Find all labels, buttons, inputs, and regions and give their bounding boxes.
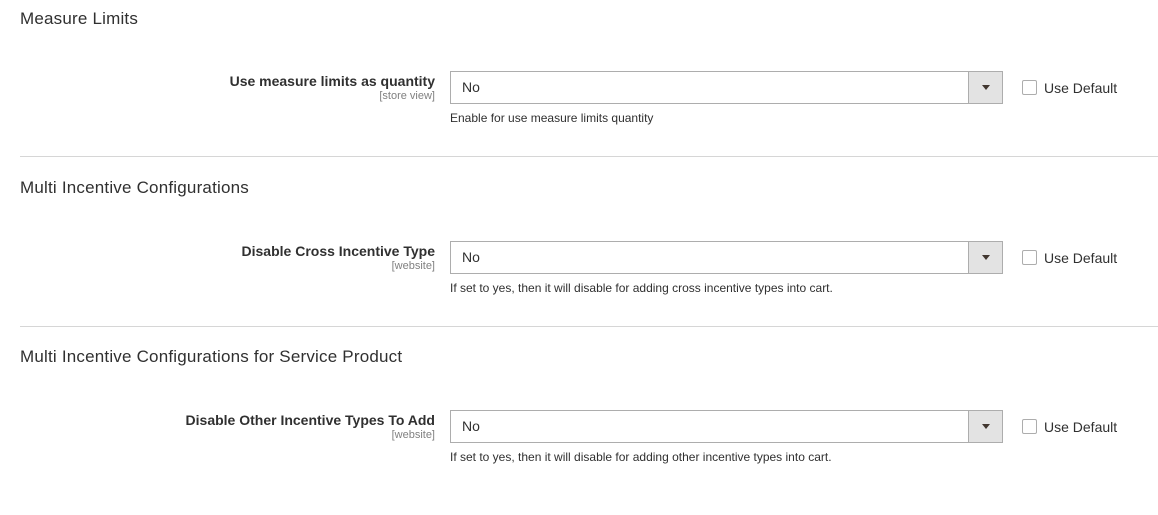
chevron-down-icon bbox=[982, 85, 990, 90]
select-value: No bbox=[462, 249, 480, 265]
scope-label: [website] bbox=[391, 260, 435, 272]
section-title-multi-incentive[interactable]: Multi Incentive Configurations bbox=[20, 178, 249, 198]
use-default-label[interactable]: Use Default bbox=[1044, 249, 1117, 267]
field-label-text: Disable Other Incentive Types To Add bbox=[185, 412, 435, 428]
field-row-other-incentive: Disable Other Incentive Types To Add [we… bbox=[0, 410, 1158, 471]
use-default-checkbox[interactable] bbox=[1022, 419, 1037, 434]
section-divider bbox=[20, 326, 1158, 327]
dropdown-toggle[interactable] bbox=[968, 72, 1002, 103]
field-label: Use measure limits as quantity [store vi… bbox=[230, 72, 435, 102]
use-default-label[interactable]: Use Default bbox=[1044, 79, 1117, 97]
use-default-checkbox[interactable] bbox=[1022, 80, 1037, 95]
chevron-down-icon bbox=[982, 255, 990, 260]
select-value: No bbox=[462, 79, 480, 95]
field-row-cross-incentive: Disable Cross Incentive Type [website] N… bbox=[0, 241, 1158, 302]
section-title-measure-limits[interactable]: Measure Limits bbox=[20, 9, 138, 29]
field-row-measure-limits: Use measure limits as quantity [store vi… bbox=[0, 71, 1158, 132]
scope-label: [store view] bbox=[379, 90, 435, 102]
use-default-checkbox[interactable] bbox=[1022, 250, 1037, 265]
field-label: Disable Cross Incentive Type [website] bbox=[242, 242, 435, 272]
field-label-text: Use measure limits as quantity bbox=[229, 73, 435, 89]
dropdown-toggle[interactable] bbox=[968, 242, 1002, 273]
use-default-label[interactable]: Use Default bbox=[1044, 418, 1117, 436]
scope-label: [website] bbox=[391, 429, 435, 441]
measure-limits-select[interactable]: No bbox=[450, 71, 1003, 104]
config-page: Measure Limits Use measure limits as qua… bbox=[0, 0, 1158, 515]
field-note: If set to yes, then it will disable for … bbox=[450, 450, 832, 464]
field-label: Disable Other Incentive Types To Add [we… bbox=[186, 411, 435, 441]
dropdown-toggle[interactable] bbox=[968, 411, 1002, 442]
cross-incentive-select[interactable]: No bbox=[450, 241, 1003, 274]
field-label-text: Disable Cross Incentive Type bbox=[241, 243, 435, 259]
chevron-down-icon bbox=[982, 424, 990, 429]
other-incentive-select[interactable]: No bbox=[450, 410, 1003, 443]
field-note: Enable for use measure limits quantity bbox=[450, 111, 654, 125]
select-value: No bbox=[462, 418, 480, 434]
section-title-service-product[interactable]: Multi Incentive Configurations for Servi… bbox=[20, 347, 402, 367]
field-note: If set to yes, then it will disable for … bbox=[450, 281, 833, 295]
section-divider bbox=[20, 156, 1158, 157]
